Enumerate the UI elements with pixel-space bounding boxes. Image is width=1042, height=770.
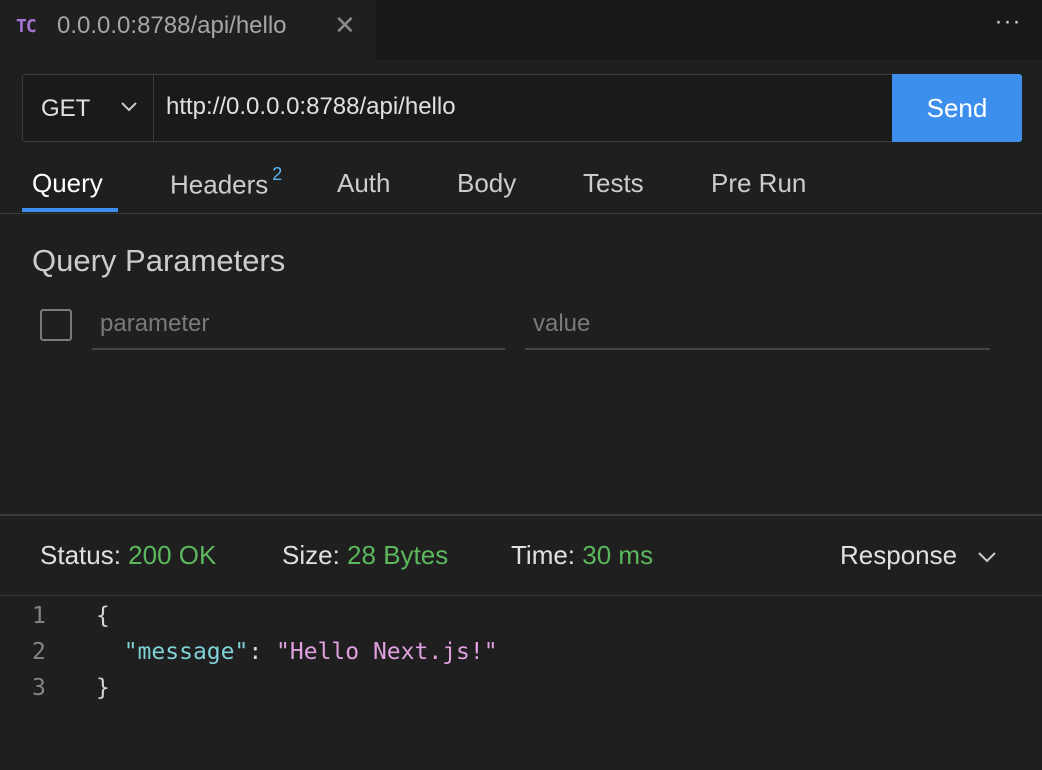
thunder-client-icon: TC xyxy=(16,16,37,37)
more-actions-icon[interactable]: ··· xyxy=(990,8,1026,38)
param-enable-checkbox[interactable] xyxy=(40,309,72,341)
status-value: 200 OK xyxy=(128,540,217,570)
code-text: "message": "Hello Next.js!" xyxy=(96,639,498,665)
line-number: 2 xyxy=(32,639,46,665)
json-key: "message" xyxy=(123,639,249,665)
time-stat: Time: 30 ms xyxy=(511,540,653,571)
request-tabs: Query Headers 2 Auth Body Tests Pre Run xyxy=(0,152,1042,214)
response-status-bar: Status: 200 OK Size: 28 Bytes Time: 30 m… xyxy=(0,516,1042,596)
send-button[interactable]: Send xyxy=(892,74,1022,142)
tab-query[interactable]: Query xyxy=(32,168,103,199)
chevron-down-icon[interactable] xyxy=(976,546,998,568)
time-label: Time: xyxy=(511,540,576,570)
chevron-down-icon xyxy=(121,102,137,112)
response-view-select[interactable]: Response xyxy=(840,540,957,571)
method-select[interactable]: GET xyxy=(22,74,154,142)
editor-tab-bar: TC 0.0.0.0:8788/api/hello ✕ ··· xyxy=(0,0,1042,60)
tab-body[interactable]: Body xyxy=(457,168,516,199)
tab-auth[interactable]: Auth xyxy=(337,168,391,199)
parameter-input[interactable]: parameter xyxy=(92,302,505,350)
code-line: 1 { xyxy=(0,603,1042,639)
json-separator: : xyxy=(248,639,277,665)
url-input[interactable]: http://0.0.0.0:8788/api/hello xyxy=(153,74,893,142)
code-text: } xyxy=(96,675,110,701)
size-label: Size: xyxy=(282,540,340,570)
url-value: http://0.0.0.0:8788/api/hello xyxy=(166,93,456,120)
status-label: Status: xyxy=(40,540,121,570)
json-string-value: "Hello Next.js!" xyxy=(276,639,498,665)
size-value: 28 Bytes xyxy=(347,540,449,570)
code-line: 3 } xyxy=(0,675,1042,711)
code-text: { xyxy=(96,603,110,629)
tab-headers-label: Headers xyxy=(170,169,269,200)
tab-headers[interactable]: Headers 2 xyxy=(170,164,282,201)
tab-title: 0.0.0.0:8788/api/hello xyxy=(57,12,287,39)
request-tab[interactable]: TC 0.0.0.0:8788/api/hello ✕ xyxy=(0,0,376,60)
code-line: 2 "message": "Hello Next.js!" xyxy=(0,639,1042,675)
method-label: GET xyxy=(41,95,91,122)
value-input[interactable]: value xyxy=(525,302,990,350)
line-number: 3 xyxy=(32,675,46,701)
headers-count-badge: 2 xyxy=(272,164,283,184)
value-placeholder: value xyxy=(533,310,591,337)
time-value: 30 ms xyxy=(582,540,654,570)
tab-tests[interactable]: Tests xyxy=(583,168,644,199)
line-number: 1 xyxy=(32,603,46,629)
close-icon[interactable]: ✕ xyxy=(334,12,356,38)
section-title: Query Parameters xyxy=(32,243,286,278)
active-tab-indicator xyxy=(22,208,118,212)
parameter-placeholder: parameter xyxy=(100,310,210,337)
tab-pre-run[interactable]: Pre Run xyxy=(711,168,806,199)
status-stat: Status: 200 OK xyxy=(40,540,216,571)
size-stat: Size: 28 Bytes xyxy=(282,540,448,571)
